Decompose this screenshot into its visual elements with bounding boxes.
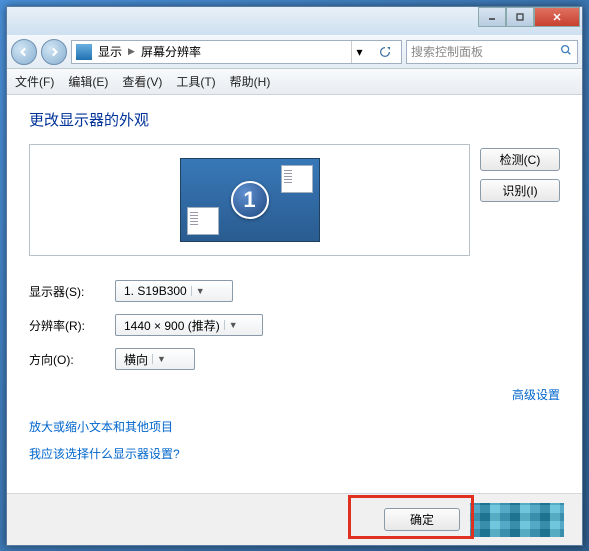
search-input[interactable]: 搜索控制面板 <box>406 40 578 64</box>
breadcrumb-item[interactable]: 显示 <box>98 43 122 60</box>
refresh-button[interactable] <box>373 41 397 63</box>
chevron-down-icon: ▼ <box>152 354 166 364</box>
close-button[interactable] <box>534 7 580 27</box>
orientation-label: 方向(O): <box>29 351 115 368</box>
search-placeholder: 搜索控制面板 <box>411 43 483 60</box>
titlebar <box>7 7 582 35</box>
ok-button[interactable]: 确定 <box>384 508 460 531</box>
search-icon <box>559 43 573 60</box>
forward-button[interactable] <box>41 39 67 65</box>
chevron-down-icon: ▼ <box>191 286 205 296</box>
obscured-area <box>470 503 564 537</box>
address-dropdown[interactable]: ▾ <box>351 41 367 63</box>
orientation-select[interactable]: 横向 ▼ <box>115 348 195 370</box>
display-label: 显示器(S): <box>29 283 115 300</box>
detect-button[interactable]: 检测(C) <box>480 148 560 171</box>
display-preview[interactable]: 1 <box>29 144 470 256</box>
monitor-number-badge: 1 <box>231 181 269 219</box>
resolution-label: 分辨率(R): <box>29 317 115 334</box>
identify-button[interactable]: 识别(I) <box>480 179 560 202</box>
advanced-settings-link[interactable]: 高级设置 <box>512 388 560 402</box>
breadcrumb-item[interactable]: 屏幕分辨率 <box>141 43 201 60</box>
monitor-thumbnail[interactable]: 1 <box>180 158 320 242</box>
menu-view[interactable]: 查看(V) <box>122 73 162 90</box>
window-thumb-icon <box>281 165 313 193</box>
content-area: 更改显示器的外观 1 检测(C) 识别(I) 显示器(S): 1. S19B30… <box>7 95 582 482</box>
window-thumb-icon <box>187 207 219 235</box>
control-panel-window: 显示 ▶ 屏幕分辨率 ▾ 搜索控制面板 文件(F) 编辑(E) 查看(V) 工具… <box>6 6 583 546</box>
menubar: 文件(F) 编辑(E) 查看(V) 工具(T) 帮助(H) <box>7 69 582 95</box>
minimize-button[interactable] <box>478 7 506 27</box>
display-icon <box>76 44 92 60</box>
navbar: 显示 ▶ 屏幕分辨率 ▾ 搜索控制面板 <box>7 35 582 69</box>
back-button[interactable] <box>11 39 37 65</box>
menu-file[interactable]: 文件(F) <box>15 73 54 90</box>
page-heading: 更改显示器的外观 <box>29 109 560 130</box>
display-select[interactable]: 1. S19B300 ▼ <box>115 280 233 302</box>
resolution-select[interactable]: 1440 × 900 (推荐) ▼ <box>115 314 263 336</box>
display-value: 1. S19B300 <box>124 284 187 298</box>
menu-tools[interactable]: 工具(T) <box>176 73 215 90</box>
dialog-footer: 确定 <box>7 493 582 545</box>
resolution-value: 1440 × 900 (推荐) <box>124 317 220 334</box>
chevron-right-icon: ▶ <box>128 46 135 57</box>
which-settings-link[interactable]: 我应该选择什么显示器设置? <box>29 445 560 462</box>
maximize-button[interactable] <box>506 7 534 27</box>
orientation-value: 横向 <box>124 351 148 368</box>
address-bar[interactable]: 显示 ▶ 屏幕分辨率 ▾ <box>71 40 402 64</box>
menu-help[interactable]: 帮助(H) <box>230 73 271 90</box>
chevron-down-icon: ▼ <box>224 320 238 330</box>
zoom-text-link[interactable]: 放大或缩小文本和其他项目 <box>29 418 560 435</box>
menu-edit[interactable]: 编辑(E) <box>68 73 108 90</box>
